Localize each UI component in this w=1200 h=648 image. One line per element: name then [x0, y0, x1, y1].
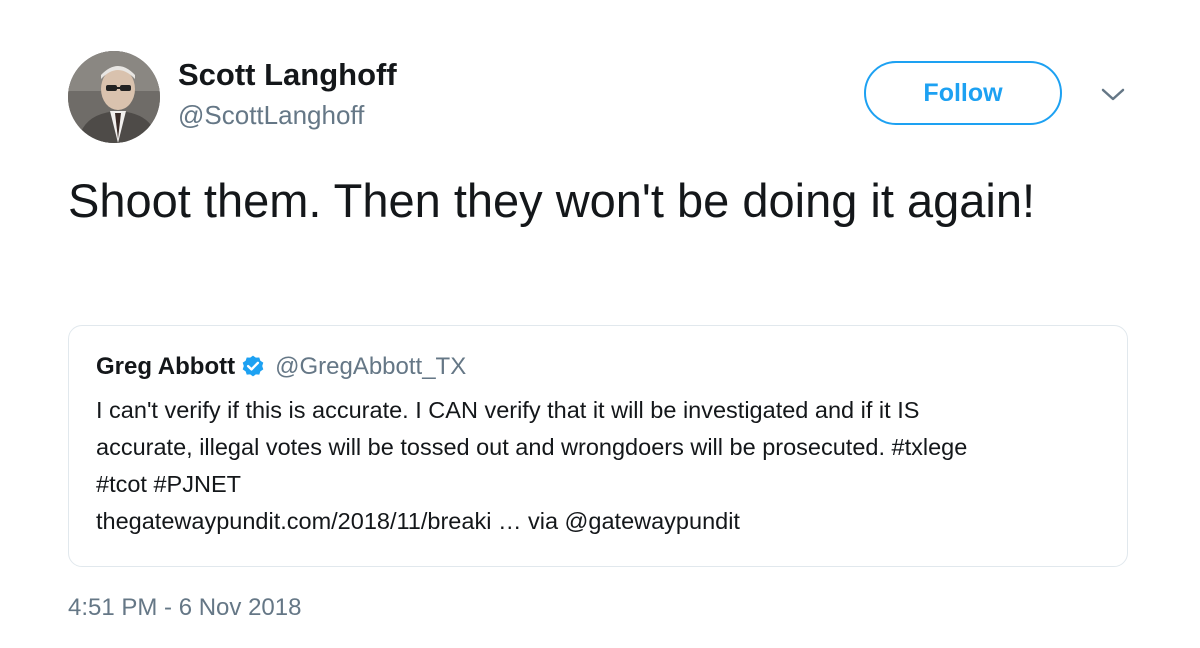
- quoted-tweet-line: I can't verify if this is accurate. I CA…: [96, 397, 920, 423]
- author-avatar[interactable]: [68, 51, 160, 143]
- quoted-tweet-text: I can't verify if this is accurate. I CA…: [96, 392, 1106, 540]
- quoted-tweet-line: #tcot #PJNET: [96, 471, 241, 497]
- chevron-down-icon[interactable]: [1098, 84, 1128, 106]
- tweet-timestamp[interactable]: 4:51 PM - 6 Nov 2018: [68, 594, 301, 622]
- tweet-card: Scott Langhoff @ScottLanghoff Follow Sho…: [0, 0, 1200, 648]
- author-display-name[interactable]: Scott Langhoff: [178, 57, 397, 93]
- quoted-author-handle[interactable]: @GregAbbott_TX: [275, 353, 466, 381]
- quoted-tweet-link-line[interactable]: thegatewaypundit.com/2018/11/breaki … vi…: [96, 503, 1106, 540]
- follow-button[interactable]: Follow: [864, 61, 1062, 125]
- tweet-text: Shoot them. Then they won't be doing it …: [68, 174, 1036, 227]
- verified-badge-icon: [240, 354, 266, 380]
- quoted-tweet[interactable]: Greg Abbott @GregAbbott_TX I can't verif…: [68, 325, 1128, 567]
- avatar-photo: [68, 51, 160, 143]
- author-handle[interactable]: @ScottLanghoff: [178, 100, 364, 131]
- quoted-tweet-header: Greg Abbott @GregAbbott_TX: [96, 353, 466, 381]
- quoted-author-display-name[interactable]: Greg Abbott: [96, 353, 235, 381]
- quoted-tweet-line: accurate, illegal votes will be tossed o…: [96, 434, 968, 460]
